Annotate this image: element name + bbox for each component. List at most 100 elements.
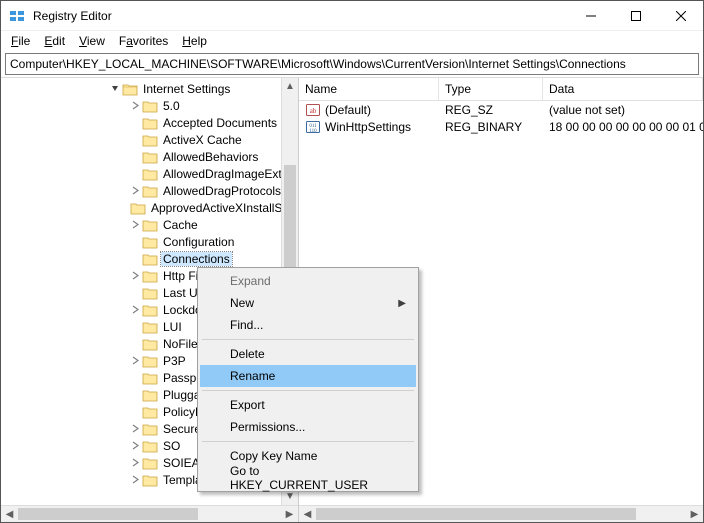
chevron-right-icon[interactable] [129,304,141,316]
title-bar: Registry Editor [1,1,703,31]
folder-icon [142,235,158,249]
minimize-icon [586,11,596,21]
tree-spacer [129,134,141,146]
chevron-right-icon[interactable] [129,219,141,231]
tree-hscrollbar[interactable]: ◀ ▶ [1,505,298,522]
scroll-left-icon[interactable]: ◀ [299,506,316,523]
folder-icon [142,422,158,436]
scroll-thumb[interactable] [18,508,198,520]
context-menu-goto-hkcu[interactable]: Go to HKEY_CURRENT_USER [200,467,416,489]
tree-item-label: AllowedBehaviors [161,150,260,164]
context-menu-new[interactable]: New ▶ [200,292,416,314]
tree-item[interactable]: Cache [1,216,298,233]
scroll-left-icon[interactable]: ◀ [1,506,18,523]
chevron-right-icon[interactable] [129,355,141,367]
minimize-button[interactable] [568,1,613,31]
context-menu-label: Copy Key Name [230,449,317,463]
folder-icon [142,218,158,232]
scroll-right-icon[interactable]: ▶ [281,506,298,523]
context-menu-label: New [230,296,254,310]
svg-text:110: 110 [309,129,317,134]
chevron-right-icon[interactable] [129,185,141,197]
reg-binary-icon: 011110 [305,119,321,135]
tree-item[interactable]: Accepted Documents [1,114,298,131]
menu-edit[interactable]: Edit [38,33,71,49]
menu-view[interactable]: View [73,33,111,49]
folder-icon [142,150,158,164]
menu-favorites[interactable]: Favorites [113,33,174,49]
tree-item[interactable]: AllowedDragProtocols [1,182,298,199]
chevron-down-icon[interactable] [109,83,121,95]
folder-icon [142,167,158,181]
tree-spacer [129,338,141,350]
chevron-right-icon[interactable] [129,100,141,112]
close-button[interactable] [658,1,703,31]
folder-icon [142,320,158,334]
tree-item[interactable]: ApprovedActiveXInstallSites [1,199,298,216]
window-title: Registry Editor [33,9,112,23]
folder-icon [142,439,158,453]
menu-bar: File Edit View Favorites Help [1,31,703,51]
context-menu-label: Find... [230,318,263,332]
menu-file[interactable]: File [5,33,36,49]
list-row[interactable]: 011110WinHttpSettingsREG_BINARY18 00 00 … [299,118,703,135]
context-menu-find[interactable]: Find... [200,314,416,336]
column-header-name[interactable]: Name [299,78,439,100]
scroll-up-icon[interactable]: ▲ [282,78,298,95]
context-menu-rename[interactable]: Rename [200,365,416,387]
context-menu-export[interactable]: Export [200,394,416,416]
scroll-thumb[interactable] [316,508,636,520]
tree-item-root[interactable]: Internet Settings [1,80,298,97]
close-icon [676,11,686,21]
tree-spacer [129,168,141,180]
tree-item-label: Accepted Documents [161,116,279,130]
context-menu-separator [202,339,414,340]
menu-help[interactable]: Help [176,33,213,49]
folder-icon [142,99,158,113]
column-header-data[interactable]: Data [543,78,703,100]
tree-item[interactable]: ActiveX Cache [1,131,298,148]
value-type: REG_BINARY [439,120,543,134]
value-type: REG_SZ [439,103,543,117]
context-menu-label: Permissions... [230,420,305,434]
context-menu-label: Delete [230,347,265,361]
tree-item-label: Connections [161,252,232,266]
chevron-right-icon[interactable] [129,474,141,486]
tree-item[interactable]: AllowedDragImageExts [1,165,298,182]
context-menu-label: Export [230,398,265,412]
chevron-right-icon[interactable] [129,440,141,452]
tree-spacer [129,151,141,163]
scroll-right-icon[interactable]: ▶ [686,506,703,523]
tree-item[interactable]: Connections [1,250,298,267]
tree-spacer [129,253,141,265]
folder-icon [130,201,146,215]
tree-item[interactable]: Configuration [1,233,298,250]
column-header-type[interactable]: Type [439,78,543,100]
list-hscrollbar[interactable]: ◀ ▶ [299,505,703,522]
chevron-right-icon[interactable] [129,423,141,435]
scroll-track[interactable] [18,506,281,522]
folder-icon [142,269,158,283]
list-row[interactable]: ab(Default)REG_SZ(value not set) [299,101,703,118]
tree-item-label: Cache [161,218,200,232]
folder-icon [142,303,158,317]
scroll-track[interactable] [316,506,686,522]
context-menu-delete[interactable]: Delete [200,343,416,365]
context-menu-expand[interactable]: Expand [200,270,416,292]
tree-item[interactable]: AllowedBehaviors [1,148,298,165]
chevron-right-icon[interactable] [129,270,141,282]
value-data: 18 00 00 00 00 00 00 00 01 00 00 00 00 0… [543,120,703,134]
tree-item-label: Internet Settings [141,82,232,96]
folder-icon [142,371,158,385]
chevron-right-icon[interactable] [129,457,141,469]
tree-item-label: AllowedDragImageExts [161,167,290,181]
address-bar[interactable]: Computer\HKEY_LOCAL_MACHINE\SOFTWARE\Mic… [5,53,699,75]
svg-text:ab: ab [310,107,317,115]
tree-spacer [129,236,141,248]
tree-spacer [129,287,141,299]
tree-item[interactable]: 5.0 [1,97,298,114]
maximize-button[interactable] [613,1,658,31]
context-menu-permissions[interactable]: Permissions... [200,416,416,438]
folder-icon [142,473,158,487]
tree-spacer [129,372,141,384]
